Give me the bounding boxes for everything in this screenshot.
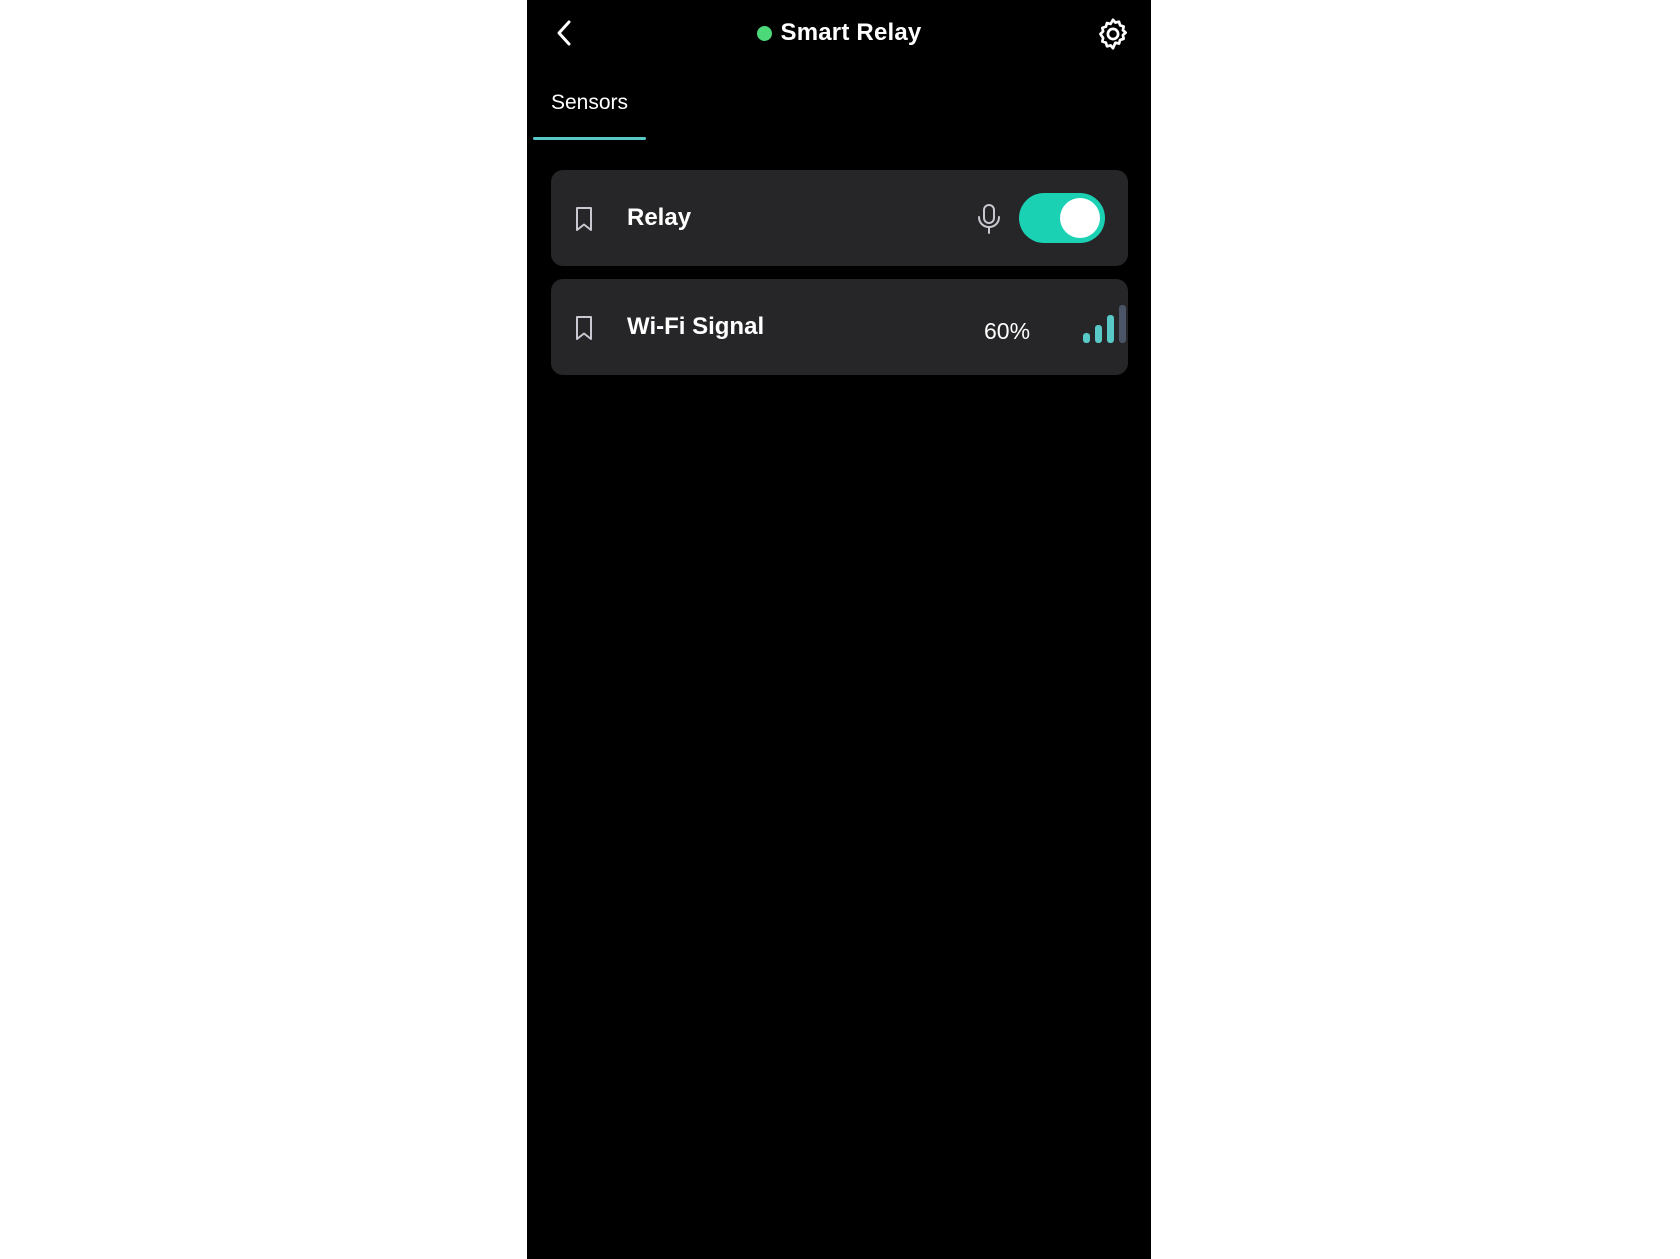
relay-toggle[interactable] [1019,193,1105,243]
page-title: Smart Relay [780,19,922,46]
app-screen: Smart Relay Sensors Relay Wi-Fi Signal 6… [527,0,1151,1259]
toggle-knob [1060,198,1100,238]
gear-icon [1099,18,1127,50]
signal-bar [1083,333,1090,343]
tab-sensors[interactable]: Sensors [533,80,646,140]
voice-button[interactable] [976,203,1002,235]
sensor-card-wifi-signal: Wi-Fi Signal 60% [551,279,1128,375]
bookmark-button[interactable] [573,315,595,341]
sensor-label: Relay [627,204,692,231]
bookmark-icon [576,316,592,340]
bookmark-button[interactable] [573,206,595,232]
signal-bar [1119,305,1126,343]
signal-strength-value: 60% [984,318,1031,344]
header: Smart Relay [527,0,1151,66]
settings-button[interactable] [1093,14,1133,54]
online-status-dot [756,25,772,41]
sensor-label: Wi-Fi Signal [627,313,765,340]
microphone-icon [978,204,1000,234]
device-title: Smart Relay [527,16,1151,50]
bookmark-icon [576,207,592,231]
signal-bars-icon [1083,305,1129,345]
signal-bar [1095,325,1102,343]
signal-bar [1107,315,1114,343]
tab-label: Sensors [550,91,629,114]
tab-bar: Sensors [533,80,646,140]
sensor-card-relay: Relay [551,170,1128,266]
active-tab-indicator [533,137,646,140]
